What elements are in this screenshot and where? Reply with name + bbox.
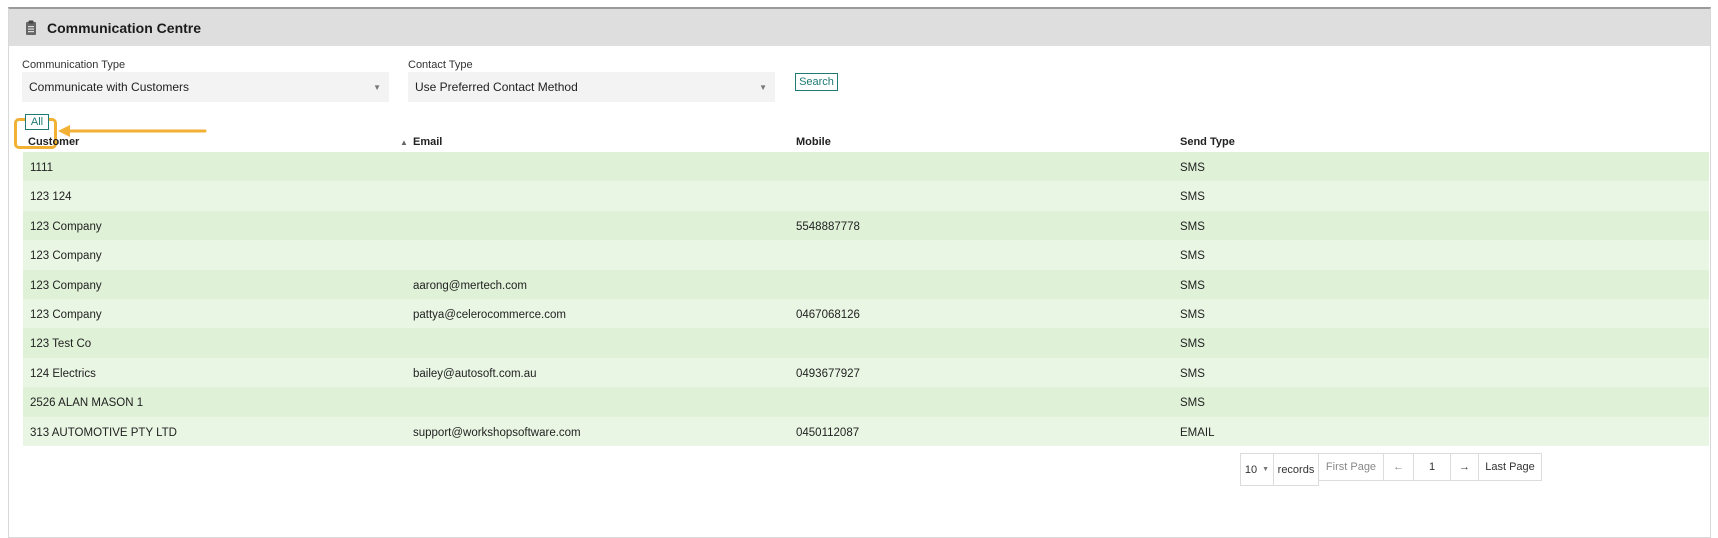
table-row[interactable]: 2526 ALAN MASON 1 SMS — [23, 387, 1709, 417]
cell-send-type: EMAIL — [1180, 426, 1215, 439]
cell-send-type: SMS — [1180, 367, 1205, 380]
sort-asc-icon[interactable]: ▲ — [400, 138, 408, 147]
cell-email: aarong@mertech.com — [413, 279, 527, 292]
search-button[interactable]: Search — [795, 73, 838, 91]
communication-type-select[interactable]: Communicate with Customers ▼ — [22, 72, 389, 102]
cell-customer: 123 Company — [30, 220, 102, 233]
all-button[interactable]: All — [25, 114, 49, 130]
contact-type-label: Contact Type — [408, 59, 473, 71]
customer-table-body: 1111 SMS 123 124 SMS 123 Company 5548887… — [23, 152, 1709, 446]
cell-customer: 124 Electrics — [30, 367, 96, 380]
contact-type-select[interactable]: Use Preferred Contact Method ▼ — [408, 72, 775, 102]
column-header-send-type[interactable]: Send Type — [1180, 136, 1235, 148]
cell-customer: 2526 ALAN MASON 1 — [30, 397, 144, 410]
clipboard-icon — [25, 20, 37, 36]
page-title: Communication Centre — [47, 19, 202, 36]
table-row[interactable]: 313 AUTOMOTIVE PTY LTD support@workshops… — [23, 416, 1709, 446]
cell-email: support@workshopsoftware.com — [413, 426, 581, 439]
chevron-down-icon: ▼ — [373, 83, 381, 92]
prev-page-button[interactable]: ← — [1384, 453, 1414, 481]
cell-mobile: 0467068126 — [796, 308, 860, 321]
cell-mobile: 0450112087 — [796, 426, 860, 439]
communication-type-value: Communicate with Customers — [29, 80, 190, 94]
table-row[interactable]: 123 Company 5548887778 SMS — [23, 210, 1709, 241]
chevron-down-icon: ▼ — [1262, 466, 1270, 473]
cell-customer: 123 Company — [30, 250, 102, 263]
table-row[interactable]: 123 124 SMS — [23, 181, 1709, 211]
cell-send-type: SMS — [1180, 338, 1205, 351]
cell-customer: 1111 — [30, 162, 54, 174]
column-header-mobile[interactable]: Mobile — [796, 136, 831, 148]
cell-send-type: SMS — [1180, 397, 1205, 410]
cell-customer: 123 Test Co — [30, 338, 92, 351]
table-row[interactable]: 123 Company SMS — [23, 240, 1709, 270]
cell-send-type: SMS — [1180, 279, 1205, 292]
last-page-button[interactable]: Last Page — [1479, 453, 1542, 481]
cell-mobile: 0493677927 — [796, 367, 860, 380]
panel-header: Communication Centre — [9, 9, 1710, 46]
next-page-button[interactable]: → — [1451, 453, 1479, 481]
table-row[interactable]: 123 Test Co SMS — [23, 328, 1709, 358]
contact-type-value: Use Preferred Contact Method — [415, 80, 578, 94]
records-label: records — [1274, 453, 1319, 486]
cell-send-type: SMS — [1180, 191, 1205, 204]
cell-customer: 123 Company — [30, 308, 102, 321]
table-row[interactable]: 123 Company aarong@mertech.com SMS — [23, 269, 1709, 299]
cell-email: pattya@celerocommerce.com — [413, 308, 566, 321]
cell-send-type: SMS — [1180, 308, 1205, 321]
chevron-down-icon: ▼ — [759, 83, 767, 92]
table-row[interactable]: 123 Company pattya@celerocommerce.com 04… — [23, 298, 1709, 329]
cell-mobile: 5548887778 — [796, 220, 860, 233]
cell-send-type: SMS — [1180, 162, 1205, 174]
cell-send-type: SMS — [1180, 250, 1205, 263]
current-page-input[interactable]: 1 — [1414, 453, 1451, 481]
communication-type-label: Communication Type — [22, 59, 126, 71]
cell-email: bailey@autosoft.com.au — [413, 367, 537, 380]
cell-customer: 313 AUTOMOTIVE PTY LTD — [30, 426, 177, 439]
table-row[interactable]: 1111 SMS — [23, 152, 1709, 182]
page-size-value: 10 — [1244, 463, 1258, 476]
column-header-email[interactable]: Email — [413, 136, 442, 148]
cell-customer: 123 Company — [30, 279, 102, 292]
first-page-button[interactable]: First Page — [1319, 453, 1384, 481]
table-row[interactable]: 124 Electrics bailey@autosoft.com.au 049… — [23, 357, 1709, 388]
pagination: 10 ▼ records First Page ← 1 → Last Page — [1240, 453, 1542, 486]
column-header-customer[interactable]: Customer — [28, 136, 79, 148]
page-size-select[interactable]: 10 ▼ — [1240, 453, 1274, 486]
cell-customer: 123 124 — [30, 191, 72, 204]
cell-send-type: SMS — [1180, 220, 1205, 233]
